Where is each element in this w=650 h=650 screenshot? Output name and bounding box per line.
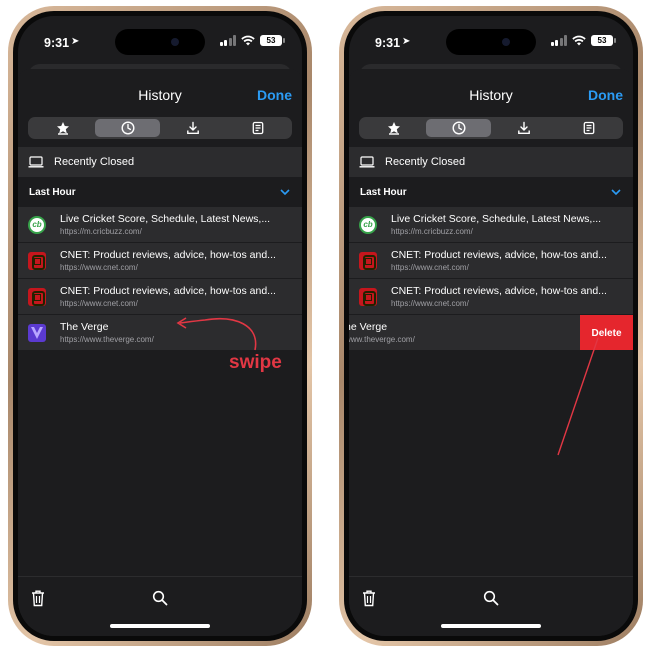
clock-icon xyxy=(451,121,466,135)
verge-icon xyxy=(28,324,46,342)
status-icons: 53 xyxy=(219,35,285,46)
history-row-verge-swiped[interactable]: he Verge www.theverge.com/ Delete xyxy=(349,315,633,351)
search-icon[interactable] xyxy=(152,590,168,606)
row-url: https://www.cnet.com/ xyxy=(60,263,138,272)
cnet-icon xyxy=(28,252,46,270)
history-row-verge[interactable]: The Verge https://www.theverge.com/ xyxy=(18,315,302,351)
phone-bezel: 9:31 ➤ 53 History Done Recently Closed L… xyxy=(13,11,307,641)
done-button[interactable]: Done xyxy=(588,87,623,103)
row-title: CNET: Product reviews, advice, how-tos a… xyxy=(60,249,276,261)
screen-left: 9:31 ➤ 53 History Done Recently Closed L… xyxy=(18,16,302,636)
tab-bookmarks[interactable] xyxy=(30,119,95,137)
row-title: CNET: Product reviews, advice, how-tos a… xyxy=(391,249,607,261)
history-row-cricbuzz[interactable]: cb Live Cricket Score, Schedule, Latest … xyxy=(349,207,633,243)
status-bar: 9:31 ➤ 53 xyxy=(18,16,302,64)
library-segmented-control xyxy=(359,117,623,139)
cnet-icon xyxy=(359,252,377,270)
chevron-down-icon xyxy=(280,189,290,196)
cellular-signal-icon xyxy=(219,35,236,46)
done-button[interactable]: Done xyxy=(257,87,292,103)
swipe-annotation-label: swipe xyxy=(229,352,282,373)
row-url: https://www.cnet.com/ xyxy=(391,263,469,272)
trash-icon[interactable] xyxy=(361,589,377,607)
section-title: Last Hour xyxy=(360,187,407,198)
history-list: cb Live Cricket Score, Schedule, Latest … xyxy=(18,207,302,351)
download-icon xyxy=(186,121,199,134)
recently-closed-row[interactable]: Recently Closed xyxy=(349,147,633,177)
laptop-icon xyxy=(28,156,44,168)
row-title: Live Cricket Score, Schedule, Latest New… xyxy=(60,213,271,225)
bookmarks-icon xyxy=(387,122,400,135)
bottom-toolbar xyxy=(349,576,633,636)
row-url: https://www.cnet.com/ xyxy=(391,299,469,308)
home-indicator xyxy=(441,624,541,628)
section-title: Last Hour xyxy=(29,187,76,198)
row-url: https://m.cricbuzz.com/ xyxy=(391,227,473,236)
row-title: CNET: Product reviews, advice, how-tos a… xyxy=(60,285,276,297)
status-time: 9:31 xyxy=(44,36,70,50)
row-url: https://www.cnet.com/ xyxy=(60,299,138,308)
bookmarks-icon xyxy=(56,122,69,135)
row-title: Live Cricket Score, Schedule, Latest New… xyxy=(391,213,602,225)
phone-left: 9:31 ➤ 53 History Done Recently Closed L… xyxy=(8,6,312,646)
download-icon xyxy=(517,121,530,134)
reading-list-icon xyxy=(252,121,263,135)
dynamic-island xyxy=(115,29,205,55)
phone-bezel: 9:31 ➤ 53 History Done Recently Closed L… xyxy=(344,11,638,641)
history-row-cricbuzz[interactable]: cb Live Cricket Score, Schedule, Latest … xyxy=(18,207,302,243)
search-icon[interactable] xyxy=(483,590,499,606)
recently-closed-row[interactable]: Recently Closed xyxy=(18,147,302,177)
history-sheet: History Done Recently Closed Last Hour c… xyxy=(349,69,633,636)
trash-icon[interactable] xyxy=(30,589,46,607)
home-indicator xyxy=(110,624,210,628)
dynamic-island xyxy=(446,29,536,55)
history-row-cnet-1[interactable]: CNET: Product reviews, advice, how-tos a… xyxy=(18,243,302,279)
location-arrow-icon: ➤ xyxy=(402,36,411,47)
bottom-toolbar xyxy=(18,576,302,636)
tab-reading-list[interactable] xyxy=(556,119,621,137)
battery-icon: 53 xyxy=(260,35,285,46)
cricbuzz-icon: cb xyxy=(359,216,377,234)
tab-reading-list[interactable] xyxy=(225,119,290,137)
recently-closed-label: Recently Closed xyxy=(54,156,135,168)
tab-bookmarks[interactable] xyxy=(361,119,426,137)
battery-icon: 53 xyxy=(591,35,616,46)
clock-icon xyxy=(120,121,135,135)
reading-list-icon xyxy=(583,121,594,135)
delete-button[interactable]: Delete xyxy=(580,315,633,350)
history-row-cnet-2[interactable]: CNET: Product reviews, advice, how-tos a… xyxy=(18,279,302,315)
laptop-icon xyxy=(359,156,375,168)
row-title: CNET: Product reviews, advice, how-tos a… xyxy=(391,285,607,297)
screen-right: 9:31 ➤ 53 History Done Recently Closed L… xyxy=(349,16,633,636)
library-segmented-control xyxy=(28,117,292,139)
tab-history[interactable] xyxy=(95,119,160,137)
recently-closed-label: Recently Closed xyxy=(385,156,466,168)
tab-downloads[interactable] xyxy=(160,119,225,137)
wifi-icon xyxy=(572,35,586,46)
row-title: The Verge xyxy=(60,321,109,333)
phone-right: 9:31 ➤ 53 History Done Recently Closed L… xyxy=(339,6,643,646)
status-time: 9:31 xyxy=(375,36,401,50)
chevron-down-icon xyxy=(611,189,621,196)
section-last-hour[interactable]: Last Hour xyxy=(18,179,302,209)
tab-history[interactable] xyxy=(426,119,491,137)
tab-downloads[interactable] xyxy=(491,119,556,137)
section-last-hour[interactable]: Last Hour xyxy=(349,179,633,209)
row-url: https://m.cricbuzz.com/ xyxy=(60,227,142,236)
cnet-icon xyxy=(359,288,377,306)
cellular-signal-icon xyxy=(550,35,567,46)
history-list: cb Live Cricket Score, Schedule, Latest … xyxy=(349,207,633,351)
status-icons: 53 xyxy=(550,35,616,46)
location-arrow-icon: ➤ xyxy=(71,36,80,47)
history-row-cnet-2[interactable]: CNET: Product reviews, advice, how-tos a… xyxy=(349,279,633,315)
row-url: https://www.theverge.com/ xyxy=(60,335,154,344)
wifi-icon xyxy=(241,35,255,46)
cnet-icon xyxy=(28,288,46,306)
cricbuzz-icon: cb xyxy=(28,216,46,234)
history-row-cnet-1[interactable]: CNET: Product reviews, advice, how-tos a… xyxy=(349,243,633,279)
status-bar: 9:31 ➤ 53 xyxy=(349,16,633,64)
